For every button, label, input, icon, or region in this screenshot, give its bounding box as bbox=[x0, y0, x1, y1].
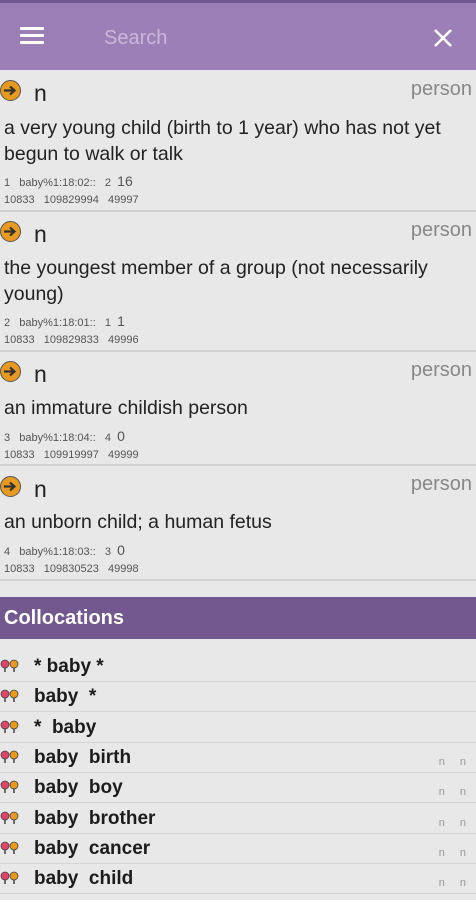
collocation-pos-tags: n n bbox=[438, 877, 472, 890]
part-of-speech: n bbox=[34, 476, 47, 502]
arrow-right-icon bbox=[0, 476, 21, 497]
sense-meta-line2: 10833 109919997 49999 bbox=[4, 449, 139, 461]
collocation-row[interactable]: * baby * bbox=[0, 652, 476, 682]
collocation-pin-icon bbox=[0, 780, 19, 794]
app-toolbar bbox=[0, 0, 476, 70]
arrow-right-icon bbox=[0, 361, 21, 382]
sense-item[interactable]: n person the youngest member of a group … bbox=[0, 212, 476, 352]
definition-text: a very young child (birth to 1 year) who… bbox=[4, 117, 441, 165]
collocation-row[interactable]: * baby bbox=[0, 713, 476, 743]
collocation-text: * baby * bbox=[34, 656, 104, 677]
collocation-pos-tags: n n bbox=[438, 846, 472, 859]
arrow-right-icon bbox=[0, 80, 21, 101]
collocation-pin-icon bbox=[0, 841, 19, 854]
collocation-pin-icon bbox=[0, 689, 19, 703]
sense-item[interactable]: n person an immature childish person 3 b… bbox=[0, 352, 476, 466]
definition-text: an unborn child; a human fetus bbox=[4, 511, 272, 533]
collocation-text: baby * bbox=[34, 686, 97, 708]
collocation-row[interactable]: baby boy n n bbox=[0, 773, 476, 804]
collocation-pin-icon bbox=[0, 750, 19, 763]
collocation-text: * baby bbox=[34, 716, 97, 738]
collocation-text: baby cancer bbox=[34, 837, 151, 859]
collocation-row[interactable]: baby child n n bbox=[0, 864, 476, 895]
collocations-header: Collocations bbox=[0, 597, 476, 639]
collocation-row[interactable]: baby cancer n n bbox=[0, 834, 476, 864]
semantic-domain: person bbox=[410, 359, 472, 381]
part-of-speech: n bbox=[34, 80, 47, 106]
collocation-row[interactable]: baby brother n n bbox=[0, 804, 476, 834]
sense-meta-line2: 10833 109829833 49996 bbox=[4, 334, 139, 346]
definition-text: the youngest member of a group (not nece… bbox=[4, 257, 428, 305]
collocation-pos-tags: n n bbox=[438, 816, 472, 829]
sense-meta-line1: 4 baby%1:18:03:: 3 0 bbox=[4, 542, 125, 558]
collocation-pin-icon bbox=[0, 659, 19, 672]
collocation-pin-icon bbox=[0, 871, 19, 885]
collocation-text: baby brother bbox=[34, 807, 156, 829]
collocation-pos-tags: n n bbox=[438, 755, 472, 768]
collocation-row[interactable]: baby birth n n bbox=[0, 743, 476, 773]
collocation-pos-tags: n n bbox=[438, 786, 472, 799]
collocation-pin-icon bbox=[0, 720, 19, 733]
sense-item[interactable]: n person a very young child (birth to 1 … bbox=[0, 70, 476, 212]
collocation-pin-icon bbox=[0, 811, 19, 824]
sense-meta-line1: 3 baby%1:18:04:: 4 0 bbox=[4, 428, 125, 444]
semantic-domain: person bbox=[410, 78, 472, 100]
sense-meta-line1: 2 baby%1:18:01:: 1 1 bbox=[4, 313, 125, 329]
collocation-text: baby child bbox=[34, 868, 134, 890]
close-icon[interactable] bbox=[430, 25, 456, 51]
sense-item[interactable]: n person an unborn child; a human fetus … bbox=[0, 466, 476, 581]
arrow-right-icon bbox=[0, 221, 21, 242]
collocation-text: baby boy bbox=[34, 777, 123, 799]
menu-icon[interactable] bbox=[20, 27, 44, 45]
collocation-text: baby birth bbox=[34, 746, 132, 768]
part-of-speech: n bbox=[34, 221, 47, 247]
sense-meta-line1: 1 baby%1:18:02:: 2 16 bbox=[4, 173, 133, 189]
semantic-domain: person bbox=[410, 473, 472, 495]
collocation-row[interactable]: baby * bbox=[0, 682, 476, 713]
semantic-domain: person bbox=[410, 219, 472, 241]
sense-meta-line2: 10833 109829994 49997 bbox=[4, 194, 139, 206]
part-of-speech: n bbox=[34, 361, 47, 387]
sense-meta-line2: 10833 109830523 49998 bbox=[4, 563, 139, 575]
definition-text: an immature childish person bbox=[4, 397, 248, 419]
search-input[interactable] bbox=[104, 23, 404, 53]
